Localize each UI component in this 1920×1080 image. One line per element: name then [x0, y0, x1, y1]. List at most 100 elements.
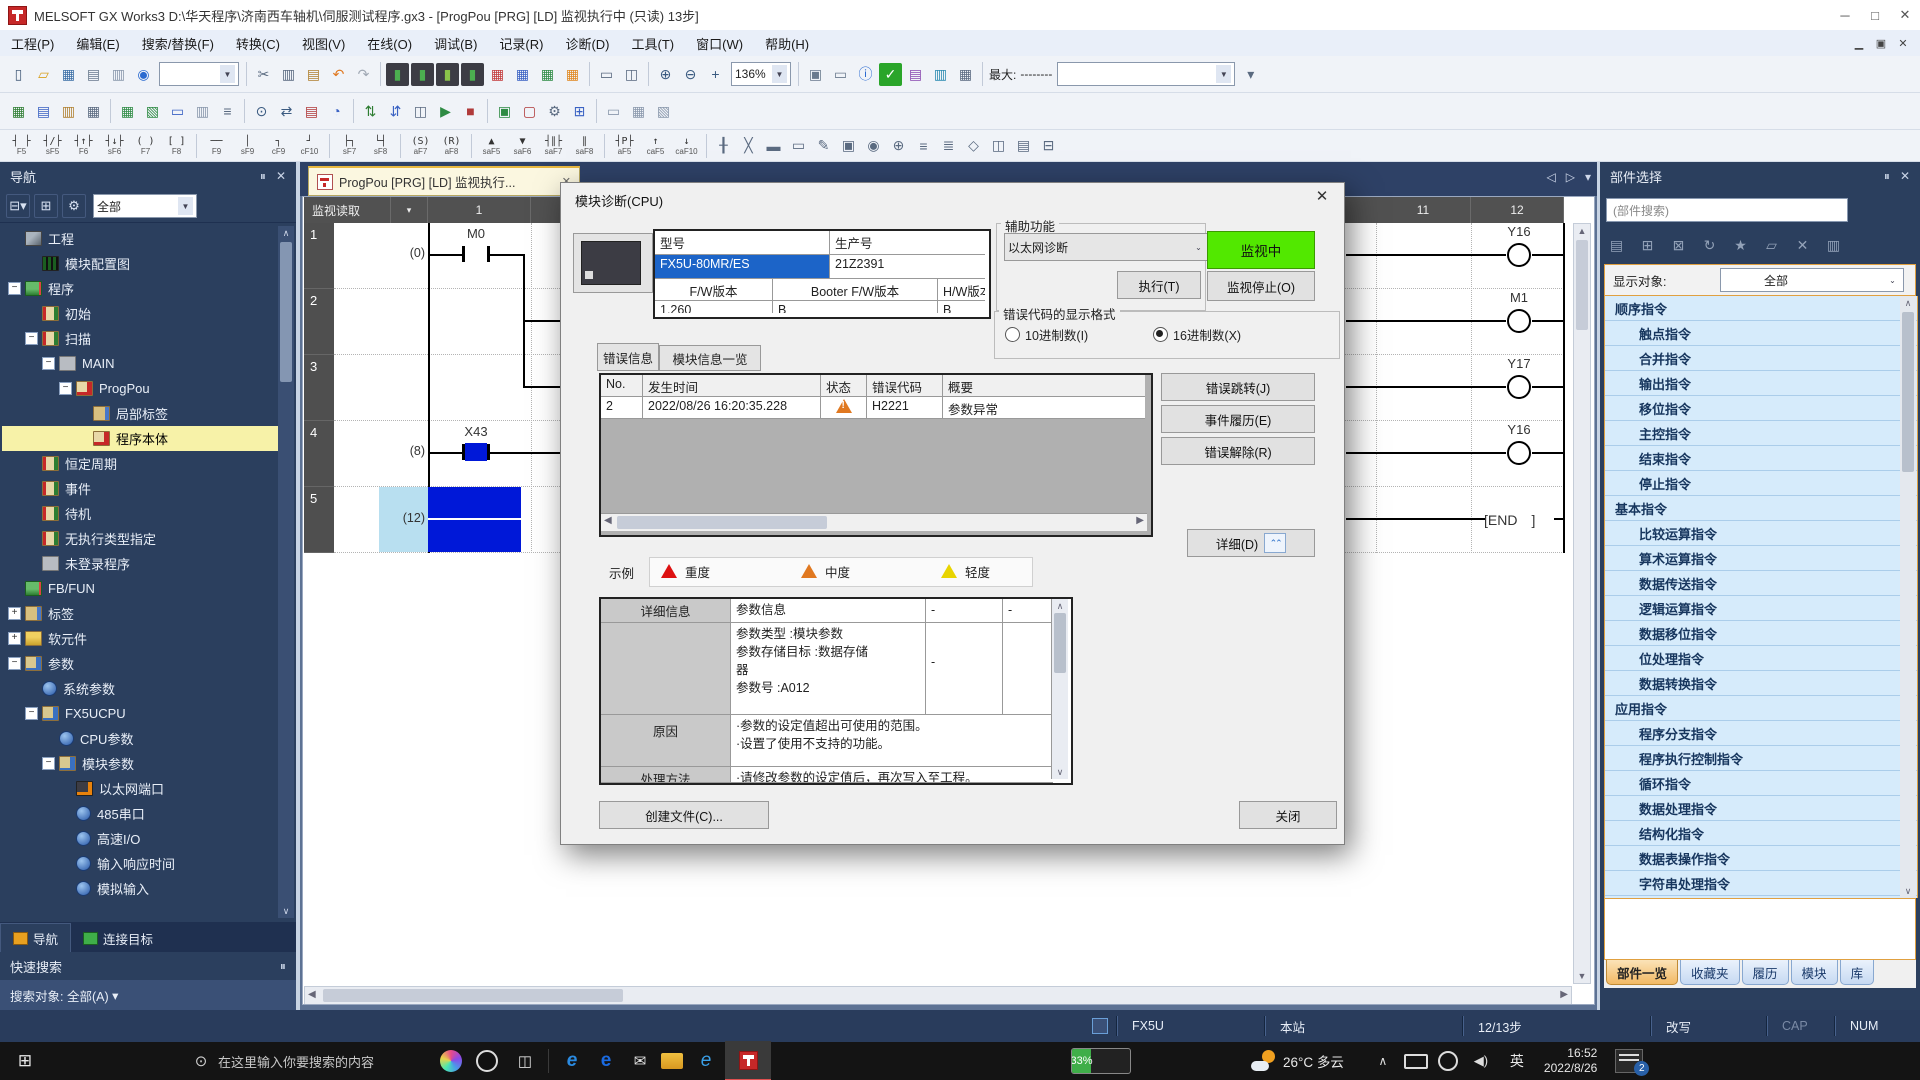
info-icon[interactable]: ⓘ — [854, 63, 877, 86]
tree-collapse-icon[interactable]: ⊞ — [34, 194, 58, 218]
tree-item-初始[interactable]: 初始 — [2, 301, 278, 326]
error-table-scrollbar[interactable]: ◀▶ — [601, 513, 1147, 531]
collapse-icon[interactable]: − — [25, 707, 38, 720]
window-combo[interactable]: ▼ — [159, 62, 239, 86]
monitor-start-icon[interactable]: ▣ — [493, 100, 516, 123]
screen-icon-2[interactable]: ▭ — [829, 63, 852, 86]
write-plc-icon[interactable]: ⇅ — [359, 100, 382, 123]
instruction-category-基本指令[interactable]: 基本指令 — [1605, 496, 1917, 521]
ladder-symbol-sF8-button[interactable]: └┤sF8 — [366, 131, 395, 160]
monitor-mode-icon[interactable]: ◉ — [862, 134, 885, 157]
window-tile-icon[interactable]: ◫ — [620, 63, 643, 86]
instruction-group-停止指令[interactable]: 停止指令 — [1605, 471, 1917, 496]
instruction-group-循环指令[interactable]: 循环指令 — [1605, 771, 1917, 796]
tree-item-ProgPou[interactable]: −ProgPou — [2, 376, 278, 401]
misc-icon-3[interactable]: ▧ — [652, 100, 675, 123]
menu-item-6[interactable]: 在线(O) — [356, 30, 423, 56]
tree-item-以太网端口[interactable]: 以太网端口 — [2, 776, 278, 801]
dialog-close-icon[interactable]: ✕ — [1309, 187, 1335, 209]
tree-item-事件[interactable]: 事件 — [2, 476, 278, 501]
menu-item-7[interactable]: 调试(B) — [423, 30, 488, 56]
instruction-group-位处理指令[interactable]: 位处理指令 — [1605, 646, 1917, 671]
tree-item-软元件[interactable]: +软元件 — [2, 626, 278, 651]
ladder-symbol-F6-button[interactable]: ┤↑├F6 — [69, 131, 98, 160]
maximize-button[interactable]: □ — [1860, 0, 1890, 30]
parts-toolbar-icon-4[interactable]: ↻ — [1698, 234, 1721, 257]
ladder-symbol-F9-button[interactable]: ──F9 — [202, 131, 231, 160]
tree-item-FB/FUN[interactable]: FB/FUN — [2, 576, 278, 601]
parts-toolbar-icon-3[interactable]: ⊠ — [1667, 234, 1690, 257]
radio-10进制数(I)[interactable]: 10进制数(I) — [1005, 325, 1145, 343]
task-view-icon[interactable]: ◫ — [512, 1048, 538, 1074]
module-config-icon[interactable]: ▦ — [7, 100, 30, 123]
ladder-symbol-sF9-button[interactable]: │sF9 — [233, 131, 262, 160]
ladder-symbol-F8-button[interactable]: [ ]F8 — [162, 131, 191, 160]
option-icon[interactable]: ▤ — [1012, 134, 1035, 157]
tree-item-程序本体[interactable]: 程序本体 — [2, 426, 278, 451]
expand-icon[interactable]: + — [8, 607, 21, 620]
menu-item-2[interactable]: 编辑(E) — [65, 30, 130, 56]
mdi-restore-button[interactable]: ▣ — [1870, 37, 1892, 50]
menu-item-10[interactable]: 工具(T) — [621, 30, 686, 56]
open-folder-icon[interactable]: ▱ — [32, 63, 55, 86]
device-monitor-icon-4[interactable]: ▮ — [461, 63, 484, 86]
ladder-horizontal-scrollbar[interactable]: ◀▶ — [304, 986, 1572, 1005]
mdi-close-button[interactable]: ✕ — [1892, 37, 1914, 50]
contact-bar[interactable] — [487, 444, 490, 460]
zoom-out-icon[interactable]: ⊖ — [679, 63, 702, 86]
print-icon[interactable]: ▤ — [82, 63, 105, 86]
collapse-icon[interactable]: − — [59, 382, 72, 395]
misc-icon-2[interactable]: ▦ — [627, 100, 650, 123]
tree-display-icon[interactable]: ⊟▾ — [6, 194, 30, 218]
ladder-symbol-sF7-button[interactable]: ├┐sF7 — [335, 131, 364, 160]
close-button[interactable]: ✕ — [1890, 0, 1920, 30]
ie-app-icon[interactable]: e — [693, 1048, 719, 1074]
contact-on-state[interactable] — [465, 443, 487, 461]
read-plc-icon[interactable]: ⇵ — [384, 100, 407, 123]
instruction-group-移位指令[interactable]: 移位指令 — [1605, 396, 1917, 421]
paste-icon[interactable]: ▤ — [302, 63, 325, 86]
tab-scroll-left-icon[interactable]: ◁ — [1547, 170, 1556, 184]
tree-item-扫描[interactable]: −扫描 — [2, 326, 278, 351]
contact-bar[interactable] — [487, 246, 490, 262]
tree-item-无执行类型指定[interactable]: 无执行类型指定 — [2, 526, 278, 551]
find-device-icon[interactable]: ⊙ — [250, 100, 273, 123]
collapse-icon[interactable]: − — [42, 757, 55, 770]
delete-row-icon[interactable]: ▭ — [787, 134, 810, 157]
gear-icon[interactable]: ⚙ — [62, 194, 86, 218]
ladder-symbol-aF8-button[interactable]: (R)aF8 — [437, 131, 466, 160]
tab-list-icon[interactable]: ▾ — [1585, 170, 1591, 184]
pin-icon[interactable]: ⏸ — [260, 169, 266, 184]
max-combo[interactable]: ▼ — [1057, 62, 1235, 86]
tree-item-模块配置图[interactable]: 模块配置图 — [2, 251, 278, 276]
tree-item-局部标签[interactable]: 局部标签 — [2, 401, 278, 426]
tree-item-待机[interactable]: 待机 — [2, 501, 278, 526]
instruction-group-数据处理指令[interactable]: 数据处理指令 — [1605, 796, 1917, 821]
ladder-symbol-aF7-button[interactable]: (S)aF7 — [406, 131, 435, 160]
pin-icon[interactable]: ⏸ — [280, 959, 286, 974]
statement-icon[interactable]: ≡ — [216, 100, 239, 123]
ladder-symbol-saF5-button[interactable]: ▲saF5 — [477, 131, 506, 160]
instruction-group-数据移位指令[interactable]: 数据移位指令 — [1605, 621, 1917, 646]
instruction-group-数据传送指令[interactable]: 数据传送指令 — [1605, 571, 1917, 596]
ladder-symbol-saF6-button[interactable]: ▼saF6 — [508, 131, 537, 160]
instruction-group-程序分支指令[interactable]: 程序分支指令 — [1605, 721, 1917, 746]
parts-toolbar-icon-2[interactable]: ⊞ — [1636, 234, 1659, 257]
device-monitor-icon-3[interactable]: ▮ — [436, 63, 459, 86]
instruction-group-比较运算指令[interactable]: 比较运算指令 — [1605, 521, 1917, 546]
tray-chevron-icon[interactable]: ∧ — [1370, 1048, 1396, 1074]
ladder-symbol-caF5-button[interactable]: ↑caF5 — [641, 131, 670, 160]
parts-scrollbar[interactable]: ∧ ∨ — [1900, 296, 1916, 898]
display-format-icon[interactable]: ◫ — [987, 134, 1010, 157]
document-tab-progpou[interactable]: ProgPou [PRG] [LD] 监视执行... ✕ — [308, 166, 580, 196]
collapse-icon[interactable]: − — [8, 657, 21, 670]
remote-run-icon[interactable]: ▶ — [434, 100, 457, 123]
network-icon-1[interactable]: ▤ — [904, 63, 927, 86]
output-coil-Y16[interactable] — [1507, 243, 1531, 267]
menu-item-1[interactable]: 工程(P) — [0, 30, 65, 56]
browser-app-icon[interactable]: e — [593, 1048, 619, 1074]
instruction-group-合并指令[interactable]: 合并指令 — [1605, 346, 1917, 371]
parts-toolbar-icon-8[interactable]: ▥ — [1822, 234, 1845, 257]
grid-icon-2[interactable]: ▧ — [141, 100, 164, 123]
ladder-symbol-F7-button[interactable]: ( )F7 — [131, 131, 160, 160]
